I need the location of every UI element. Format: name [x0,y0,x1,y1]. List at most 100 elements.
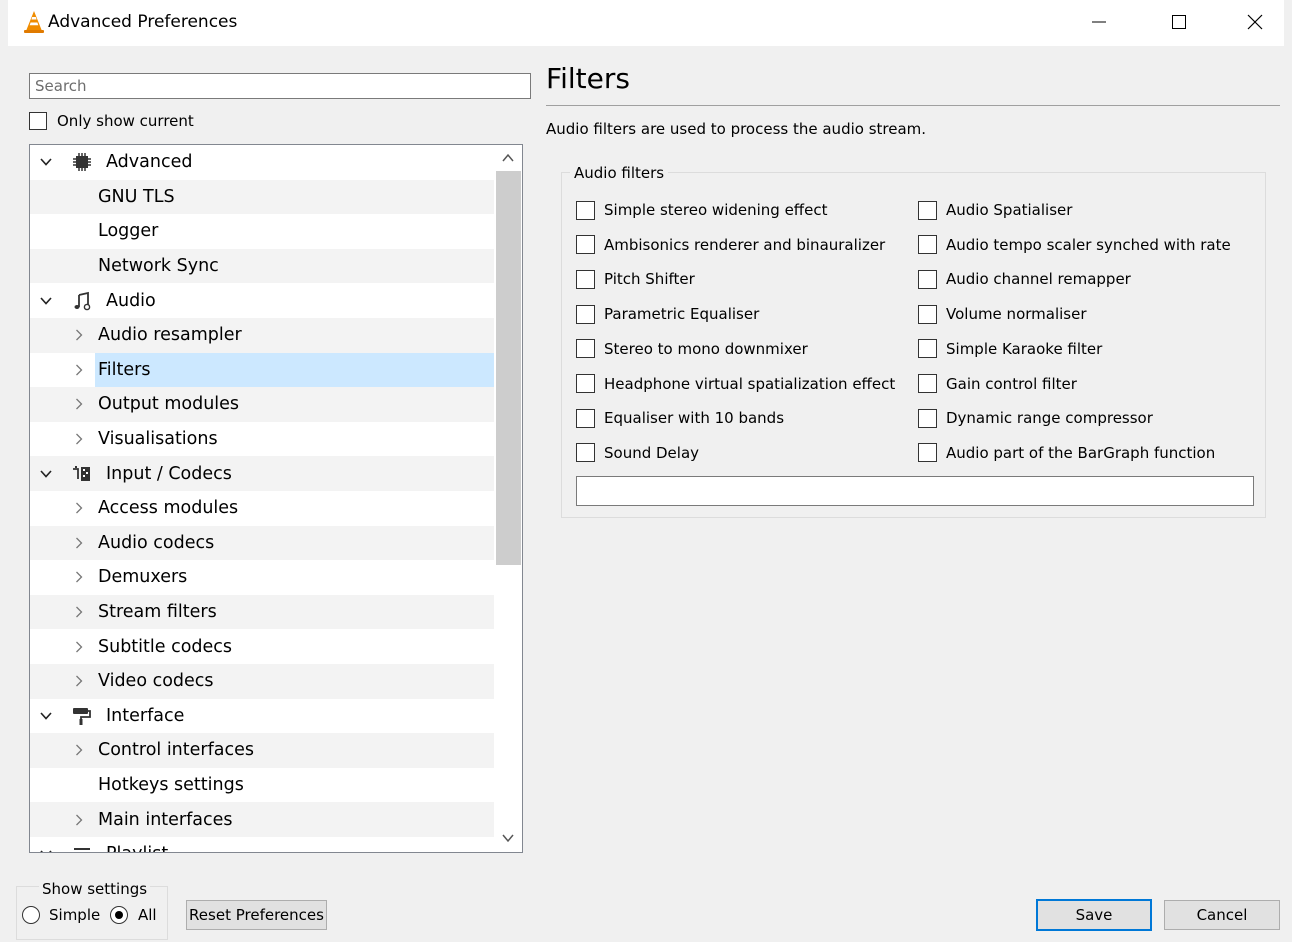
chevron-right-icon[interactable] [72,363,86,377]
checkbox-box[interactable] [918,339,937,359]
tree-item[interactable]: Access modules [30,491,494,526]
checkbox-box[interactable] [918,200,937,220]
chevron-right-icon[interactable] [72,501,86,515]
tree-item[interactable]: Logger [30,214,494,249]
chevron-right-icon[interactable] [72,536,86,550]
filter-option-checkbox[interactable]: Sound Delay [576,442,699,464]
tree-item[interactable]: Stream filters [30,594,494,630]
tree-item[interactable]: Video codecs [30,664,494,699]
selection-highlight [95,352,494,388]
filter-option-checkbox[interactable]: Equaliser with 10 bands [576,407,784,429]
filter-option-checkbox[interactable]: Headphone virtual spatialization effect [576,373,895,395]
simple-radio[interactable] [22,906,40,924]
chevron-right-icon[interactable] [72,640,86,654]
cancel-button[interactable]: Cancel [1164,900,1280,930]
checkbox-box[interactable] [918,269,937,289]
chevron-down-icon[interactable] [39,294,53,308]
tree-item[interactable]: GNU TLS [30,179,494,215]
tree-item[interactable]: Network Sync [30,248,494,284]
tree-category[interactable]: Playlist [30,837,494,853]
chevron-down-icon[interactable] [39,709,53,723]
tree-item[interactable]: Audio codecs [30,525,494,561]
checkbox-box[interactable] [918,235,937,255]
tree-item-label: Hotkeys settings [98,775,244,796]
scroll-down-icon[interactable] [501,831,515,845]
tree-category[interactable]: Audio [30,283,494,318]
maximize-button[interactable] [1164,8,1194,36]
tree-item[interactable]: Demuxers [30,560,494,595]
filter-option-checkbox[interactable]: Simple Karaoke filter [918,338,1102,360]
title-separator [546,105,1280,106]
all-radio[interactable] [110,906,128,924]
only-show-current-checkbox[interactable]: Only show current [29,112,194,130]
scrollbar-thumb[interactable] [496,171,521,565]
tree-item[interactable]: Subtitle codecs [30,629,494,664]
checkbox-box[interactable] [576,235,595,255]
save-button[interactable]: Save [1036,899,1152,931]
checkbox-box[interactable] [576,443,595,463]
scroll-up-icon[interactable] [501,151,515,165]
tree-category[interactable]: Input / Codecs [30,456,494,491]
checkbox-box[interactable] [918,304,937,324]
tree-scrollbar[interactable] [495,145,522,852]
checkbox-box[interactable] [918,443,937,463]
chevron-down-icon[interactable] [39,847,53,853]
preferences-tree[interactable]: Advanced GNU TLS Logger Network Sync Audio Au… [29,144,523,853]
checkbox-box[interactable] [576,408,595,428]
tree-category[interactable]: Interface [30,699,494,734]
tree-item[interactable]: Visualisations [30,422,494,457]
filter-option-checkbox[interactable]: Audio Spatialiser [918,199,1072,221]
filter-option-checkbox[interactable]: Audio channel remapper [918,268,1131,290]
chevron-down-icon[interactable] [39,155,53,169]
reset-preferences-button[interactable]: Reset Preferences [186,900,327,930]
checkbox-box[interactable] [576,339,595,359]
tree-item[interactable]: Audio resampler [30,318,494,353]
filter-option-checkbox[interactable]: Simple stereo widening effect [576,199,828,221]
chevron-right-icon[interactable] [72,813,86,827]
tree-item-label: Control interfaces [98,740,254,761]
chevron-right-icon[interactable] [72,605,86,619]
chevron-right-icon[interactable] [72,570,86,584]
chevron-right-icon[interactable] [72,743,86,757]
filters-text-field[interactable] [576,476,1254,506]
filter-option-checkbox[interactable]: Audio part of the BarGraph function [918,442,1215,464]
checkbox-box[interactable] [576,304,595,324]
maximize-icon [1172,15,1186,29]
chevron-right-icon[interactable] [72,674,86,688]
filter-option-checkbox[interactable]: Audio tempo scaler synched with rate [918,234,1231,256]
chevron-down-icon[interactable] [39,467,53,481]
filter-option-checkbox[interactable]: Parametric Equaliser [576,303,759,325]
checkbox-box[interactable] [29,112,47,130]
filter-option-checkbox[interactable]: Pitch Shifter [576,268,695,290]
tree-item-label: Filters [98,359,151,380]
search-input[interactable] [29,73,531,99]
show-settings-legend: Show settings [39,880,151,898]
checkbox-box[interactable] [576,200,595,220]
filter-option-checkbox[interactable]: Ambisonics renderer and binauralizer [576,234,885,256]
filter-option-checkbox[interactable]: Stereo to mono downmixer [576,338,808,360]
checkbox-box[interactable] [576,374,595,393]
checkbox-box[interactable] [576,269,595,289]
filter-option-label: Pitch Shifter [604,270,695,289]
tree-item-label: Playlist [106,844,168,852]
filter-option-checkbox[interactable]: Gain control filter [918,373,1077,395]
chevron-right-icon[interactable] [72,397,86,411]
tree-item[interactable]: Control interfaces [30,733,494,768]
checkbox-box[interactable] [918,408,937,428]
checkbox-box[interactable] [918,374,937,393]
filter-option-label: Equaliser with 10 bands [604,409,785,428]
chevron-right-icon[interactable] [72,432,86,446]
radio-dot [115,911,123,919]
filter-option-label: Simple stereo widening effect [604,201,828,219]
tree-item[interactable]: Output modules [30,387,494,422]
tree-item[interactable]: Hotkeys settings [30,768,494,803]
chevron-right-icon[interactable] [72,328,86,342]
audio-filters-legend: Audio filters [570,164,669,182]
filter-option-checkbox[interactable]: Volume normaliser [918,303,1087,325]
tree-item[interactable]: Filters [30,352,494,388]
tree-category[interactable]: Advanced [30,145,494,180]
close-button[interactable] [1240,8,1270,36]
tree-item[interactable]: Main interfaces [30,802,494,837]
minimize-button[interactable] [1084,8,1114,36]
filter-option-checkbox[interactable]: Dynamic range compressor [918,407,1153,429]
